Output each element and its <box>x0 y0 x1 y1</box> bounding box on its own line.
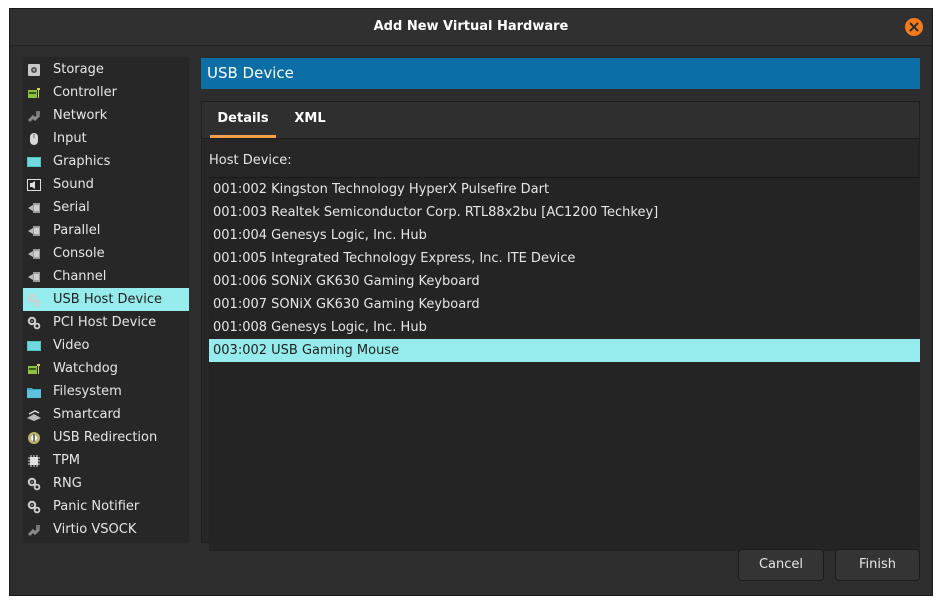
sidebar-item-label: Input <box>53 131 87 146</box>
usb-redirect-icon <box>26 430 42 446</box>
speaker-icon <box>26 177 42 193</box>
sidebar-item-usb-redirection[interactable]: USB Redirection <box>23 426 189 449</box>
sidebar-item-label: Serial <box>53 200 90 215</box>
console-plug-icon <box>26 246 42 262</box>
sidebar-item-tpm[interactable]: TPM <box>23 449 189 472</box>
sidebar-item-label: Graphics <box>53 154 111 169</box>
channel-plug-icon <box>26 269 42 285</box>
sidebar-item-label: PCI Host Device <box>53 315 157 330</box>
sidebar-item-label: Smartcard <box>53 407 121 422</box>
device-list-item[interactable]: 001:008 Genesys Logic, Inc. Hub <box>209 316 920 339</box>
sidebar-item-label: Channel <box>53 269 107 284</box>
host-device-list[interactable]: 001:002 Kingston Technology HyperX Pulse… <box>209 177 920 551</box>
network-icon <box>26 522 42 538</box>
sidebar-item-label: Video <box>53 338 90 353</box>
sidebar-item-filesystem[interactable]: Filesystem <box>23 380 189 403</box>
sidebar-item-smartcard[interactable]: Smartcard <box>23 403 189 426</box>
smartcard-icon <box>26 407 42 423</box>
tab-xml[interactable]: XML <box>286 102 334 138</box>
sidebar-item-label: Console <box>53 246 105 261</box>
sidebar-item-label: Sound <box>53 177 94 192</box>
sidebar-item-video[interactable]: Video <box>23 334 189 357</box>
device-list-item[interactable]: 001:005 Integrated Technology Express, I… <box>209 247 920 270</box>
window-title: Add New Virtual Hardware <box>373 19 569 34</box>
chip-icon <box>26 453 42 469</box>
title-bar: Add New Virtual Hardware <box>10 9 932 46</box>
watchdog-icon <box>26 361 42 377</box>
hardware-type-list[interactable]: Storage Controller Network Input Graphics Sou… <box>23 57 189 543</box>
close-icon <box>909 22 919 32</box>
device-list-item[interactable]: 001:002 Kingston Technology HyperX Pulse… <box>209 178 920 201</box>
cancel-button[interactable]: Cancel <box>738 549 824 581</box>
sidebar-item-storage[interactable]: Storage <box>23 58 189 81</box>
monitor-icon <box>26 154 42 170</box>
sidebar-item-sound[interactable]: Sound <box>23 173 189 196</box>
sidebar-item-label: Controller <box>53 85 117 100</box>
sidebar-item-network[interactable]: Network <box>23 104 189 127</box>
tab-details[interactable]: Details <box>210 102 276 138</box>
page-title: USB Device <box>201 58 920 89</box>
sidebar-item-rng[interactable]: RNG <box>23 472 189 495</box>
host-device-label: Host Device: <box>209 153 292 168</box>
sidebar-item-label: Panic Notifier <box>53 499 140 514</box>
finish-button[interactable]: Finish <box>835 549 920 581</box>
network-icon <box>26 108 42 124</box>
sidebar-item-label: Parallel <box>53 223 101 238</box>
sidebar-item-graphics[interactable]: Graphics <box>23 150 189 173</box>
sidebar-item-pci-host-device[interactable]: PCI Host Device <box>23 311 189 334</box>
sidebar-item-label: Watchdog <box>53 361 118 376</box>
controller-icon <box>26 85 42 101</box>
sidebar-item-parallel[interactable]: Parallel <box>23 219 189 242</box>
parallel-plug-icon <box>26 223 42 239</box>
sidebar-item-console[interactable]: Console <box>23 242 189 265</box>
sidebar-item-label: Storage <box>53 62 104 77</box>
gears-icon <box>26 499 42 515</box>
sidebar-item-label: Network <box>53 108 108 123</box>
sidebar-item-label: USB Redirection <box>53 430 158 445</box>
tab-bar: Details XML <box>202 102 919 139</box>
sidebar-item-serial[interactable]: Serial <box>23 196 189 219</box>
serial-plug-icon <box>26 200 42 216</box>
device-list-item[interactable]: 001:007 SONiX GK630 Gaming Keyboard <box>209 293 920 316</box>
monitor-icon <box>26 338 42 354</box>
sidebar-item-panic-notifier[interactable]: Panic Notifier <box>23 495 189 518</box>
details-notebook: Details XML Host Device: 001:002 Kingsto… <box>201 101 920 551</box>
mouse-icon <box>26 131 42 147</box>
device-list-item[interactable]: 001:006 SONiX GK630 Gaming Keyboard <box>209 270 920 293</box>
sidebar-item-label: RNG <box>53 476 82 491</box>
device-list-item[interactable]: 001:004 Genesys Logic, Inc. Hub <box>209 224 920 247</box>
device-list-item[interactable]: 001:003 Realtek Semiconductor Corp. RTL8… <box>209 201 920 224</box>
dialog-window: Add New Virtual Hardware Storage Controll… <box>9 8 933 596</box>
disk-icon <box>26 62 42 78</box>
gears-icon <box>26 315 42 331</box>
sidebar-item-input[interactable]: Input <box>23 127 189 150</box>
folder-icon <box>26 384 42 400</box>
gears-icon <box>26 476 42 492</box>
device-list-item[interactable]: 003:002 USB Gaming Mouse <box>209 339 920 362</box>
sidebar-item-virtio-vsock[interactable]: Virtio VSOCK <box>23 518 189 541</box>
sidebar-item-label: Virtio VSOCK <box>53 522 137 537</box>
sidebar-item-channel[interactable]: Channel <box>23 265 189 288</box>
sidebar-item-label: USB Host Device <box>53 292 163 307</box>
sidebar-item-watchdog[interactable]: Watchdog <box>23 357 189 380</box>
sidebar-item-controller[interactable]: Controller <box>23 81 189 104</box>
sidebar-item-usb-host-device[interactable]: USB Host Device <box>23 288 189 311</box>
sidebar-item-label: Filesystem <box>53 384 122 399</box>
sidebar-item-label: TPM <box>53 453 80 468</box>
close-button[interactable] <box>905 18 923 36</box>
gears-icon <box>26 292 42 308</box>
